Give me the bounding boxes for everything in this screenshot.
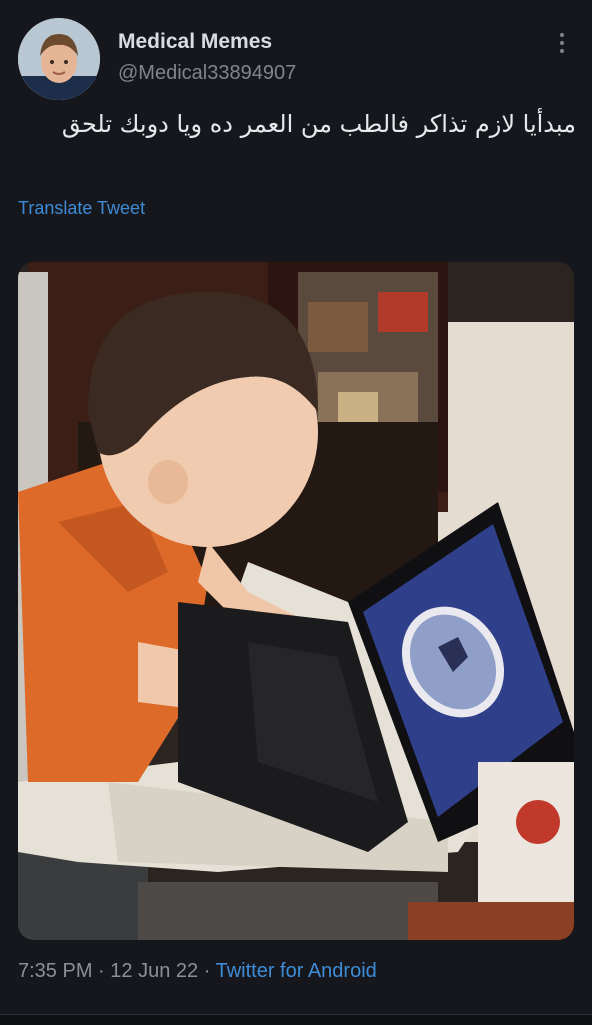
avatar[interactable] (18, 18, 100, 100)
tweet-time: 7:35 PM (18, 960, 93, 982)
more-vertical-icon (560, 33, 564, 37)
more-vertical-icon-dot (560, 41, 564, 45)
tweet-photo[interactable] (18, 262, 574, 940)
display-name[interactable]: Medical Memes (118, 30, 272, 54)
avatar-photo (18, 18, 100, 100)
tweet-source-link[interactable]: Twitter for Android (216, 960, 377, 982)
tweet-date: 12 Jun 22 (110, 960, 199, 982)
user-handle[interactable]: @Medical33894907 (118, 62, 296, 85)
translate-tweet-link[interactable]: Translate Tweet (18, 198, 145, 219)
meta-separator: · (98, 960, 105, 982)
photo-toddler-laptop (18, 262, 574, 940)
tweet-text: مبدأيا لازم تذاكر فالطب من العمر ده ويا … (61, 110, 576, 138)
meta-separator: · (203, 960, 211, 982)
tweet-meta: 7:35 PM · 12 Jun 22 · Twitter for Androi… (18, 960, 377, 983)
more-options-button[interactable] (550, 28, 574, 58)
tweet-card: Medical Memes @Medical33894907 مبدأيا لا… (0, 0, 592, 1008)
more-vertical-icon-dot (560, 49, 564, 53)
bottom-divider (0, 1014, 592, 1025)
